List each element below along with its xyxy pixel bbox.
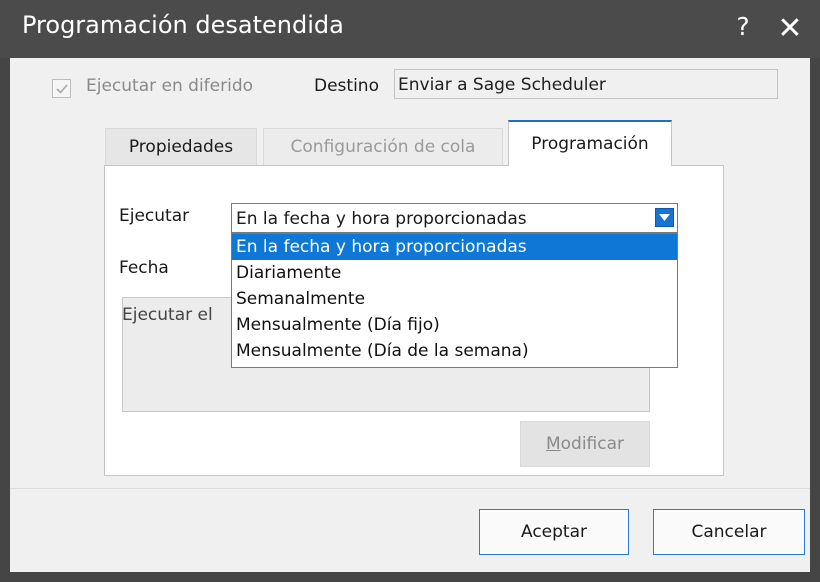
modify-button-label: odificar: [560, 434, 625, 454]
dropdown-option[interactable]: Mensualmente (Día de la semana): [232, 338, 677, 364]
dropdown-arrow-icon[interactable]: [655, 208, 674, 227]
title-bar[interactable]: Programación desatendida ? ✕: [0, 0, 820, 58]
help-button[interactable]: ?: [728, 12, 758, 46]
tab-programacion[interactable]: Programación: [508, 120, 672, 166]
deferred-label: Ejecutar en diferido: [86, 76, 254, 96]
schedule-summary-text: Ejecutar el: [122, 305, 213, 325]
tab-propiedades[interactable]: Propiedades: [105, 128, 257, 166]
dropdown-option[interactable]: En la fecha y hora proporcionadas: [232, 234, 677, 260]
window-title: Programación desatendida: [22, 11, 344, 39]
close-button[interactable]: ✕: [772, 10, 808, 48]
run-frequency-dropdown-list: En la fecha y hora proporcionadas Diaria…: [231, 233, 678, 368]
dropdown-option[interactable]: Semanalmente: [232, 286, 677, 312]
cancel-button[interactable]: Cancelar: [653, 509, 805, 555]
modify-button-accel: M: [545, 434, 561, 454]
ok-button[interactable]: Aceptar: [479, 509, 629, 555]
check-icon: [56, 84, 68, 94]
run-label: Ejecutar: [119, 206, 190, 226]
destination-field[interactable]: Enviar a Sage Scheduler: [394, 69, 778, 99]
dropdown-option[interactable]: Mensualmente (Día fijo): [232, 312, 677, 338]
run-frequency-select[interactable]: En la fecha y hora proporcionadas: [231, 203, 678, 233]
modify-button: Modificar: [520, 421, 650, 467]
dialog-window: Programación desatendida ? ✕ Ejecutar en…: [0, 0, 820, 582]
destination-label: Destino: [314, 76, 379, 96]
run-frequency-value: En la fecha y hora proporcionadas: [236, 209, 527, 229]
date-label: Fecha: [119, 258, 169, 278]
deferred-checkbox[interactable]: [52, 79, 71, 98]
tab-configuracion-de-cola: Configuración de cola: [263, 128, 503, 166]
dropdown-option[interactable]: Diariamente: [232, 260, 677, 286]
